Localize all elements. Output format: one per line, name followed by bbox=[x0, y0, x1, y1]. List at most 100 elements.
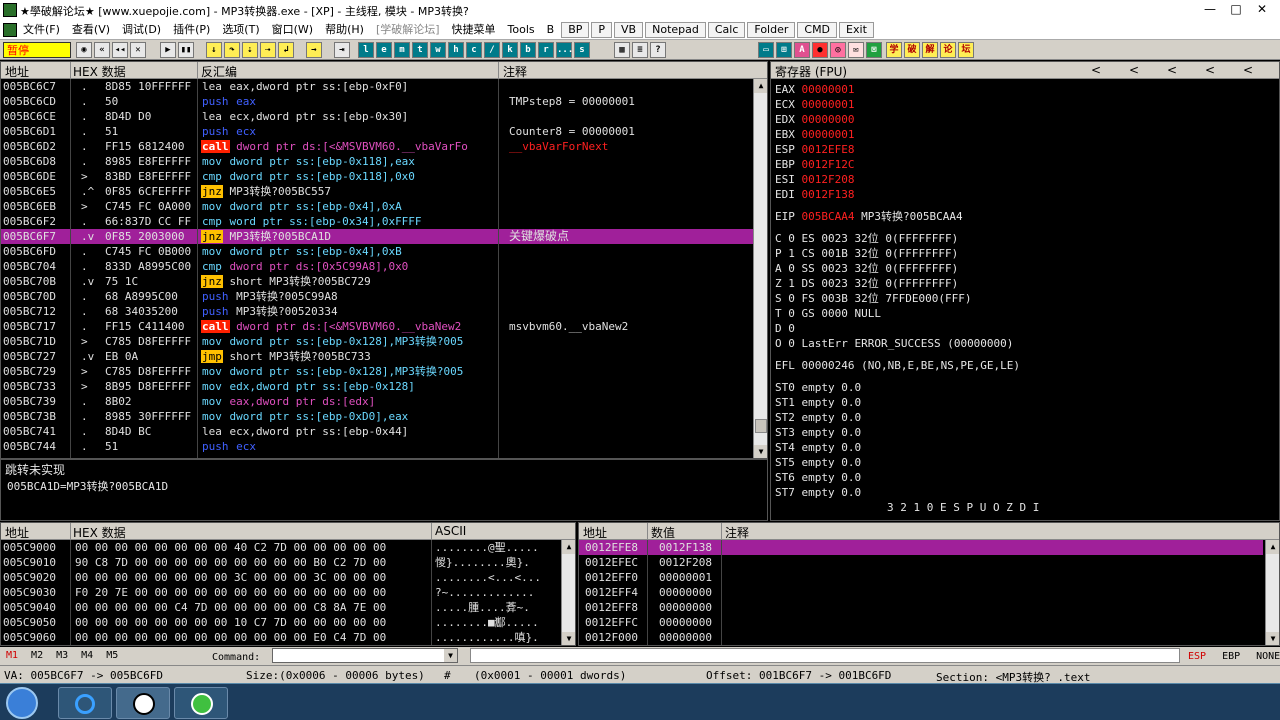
register-row[interactable]: ESP 0012EFE8 bbox=[775, 142, 1275, 157]
quick-button[interactable]: Notepad bbox=[645, 21, 706, 38]
close-button[interactable]: ✕ bbox=[1250, 1, 1274, 18]
col-comment[interactable]: 注释 bbox=[503, 63, 527, 80]
plugin-icon-7[interactable]: ⊠ bbox=[866, 42, 882, 58]
dump-row[interactable]: 005C9000 00 00 00 00 00 00 00 00 40 C2 7D… bbox=[1, 540, 575, 555]
disasm-row[interactable]: 005BC6F2. 66:837D CC FF cmp word ptr ss:[e… bbox=[1, 214, 753, 229]
flag-row[interactable]: T 0 GS 0000 NULL bbox=[775, 306, 1275, 321]
plugin-icon-2[interactable]: ⊞ bbox=[776, 42, 792, 58]
record-icon[interactable]: ● bbox=[812, 42, 828, 58]
dump-row[interactable]: 005C9010 90 C8 7D 00 00 00 00 00 00 00 00… bbox=[1, 555, 575, 570]
window-button-10[interactable]: r bbox=[538, 42, 554, 58]
register-mode-1[interactable]: EBP bbox=[1222, 651, 1240, 662]
menu-item[interactable]: 调试(D) bbox=[116, 20, 167, 39]
reg-nav-left-icon-1[interactable]: < bbox=[1091, 63, 1101, 77]
disasm-row[interactable]: 005BC6FD. C745 FC 0B000 mov dword ptr ss:[… bbox=[1, 244, 753, 259]
register-value[interactable]: 0012F138 bbox=[802, 188, 855, 201]
flag-row[interactable]: D 0 bbox=[775, 321, 1275, 336]
menu-item[interactable]: 帮助(H) bbox=[319, 20, 370, 39]
register-row[interactable]: EAX 00000001 bbox=[775, 82, 1275, 97]
dump-col-hex[interactable]: HEX 数据 bbox=[73, 524, 126, 541]
disasm-row[interactable]: 005BC6F7 .v 0F85 2003000 jnz MP3转换?005BCA1D… bbox=[1, 229, 753, 244]
disasm-row[interactable]: 005BC6D1. 51 push ecx bbox=[1, 124, 753, 139]
register-mode-0[interactable]: ESP bbox=[1188, 651, 1206, 662]
pause-icon[interactable]: ▮▮ bbox=[178, 42, 194, 58]
dump-row[interactable]: 005C9040 00 00 00 00 00 C4 7D 00 00 00 00… bbox=[1, 600, 575, 615]
quick-button[interactable]: CMD bbox=[797, 21, 838, 38]
disasm-row[interactable]: 005BC6CD. 50 push eax bbox=[1, 94, 753, 109]
stack-row[interactable]: 0012EFFC 00000000 bbox=[579, 615, 1263, 630]
col-hex[interactable]: HEX 数据 bbox=[73, 63, 126, 80]
window-button-8[interactable]: k bbox=[502, 42, 518, 58]
ie-icon[interactable] bbox=[58, 687, 112, 719]
rewind-icon[interactable]: ◂◂ bbox=[112, 42, 128, 58]
disasm-row[interactable]: 005BC744. 51 push ecx bbox=[1, 439, 753, 454]
disasm-row[interactable]: 005BC712. 68 34035200 push MP3转换?00520334 bbox=[1, 304, 753, 319]
run-icon[interactable]: ▶ bbox=[160, 42, 176, 58]
window-button-2[interactable]: m bbox=[394, 42, 410, 58]
efl-row[interactable]: EFL 00000246 (NO,NB,E,BE,NS,PE,GE,LE) bbox=[775, 358, 1275, 373]
memory-tab[interactable]: M3 bbox=[56, 650, 68, 661]
col-address[interactable]: 地址 bbox=[5, 63, 29, 80]
scroll-down-icon[interactable]: ▼ bbox=[754, 445, 767, 458]
menu-item[interactable]: 选项(T) bbox=[216, 20, 265, 39]
menu-item[interactable]: 文件(F) bbox=[17, 20, 66, 39]
close-debug-icon[interactable]: ✕ bbox=[130, 42, 146, 58]
flag-row[interactable]: S 0 FS 003B 32位 7FFDE000(FFF) bbox=[775, 291, 1275, 306]
menu-item[interactable]: 查看(V) bbox=[66, 20, 116, 39]
command-input[interactable]: ▼ bbox=[272, 648, 458, 663]
register-value[interactable]: 0012F208 bbox=[802, 173, 855, 186]
forum-button-0[interactable]: 学 bbox=[886, 42, 902, 58]
stack-scrollbar[interactable]: ▲ ▼ bbox=[1265, 540, 1279, 645]
window-button-0[interactable]: l bbox=[358, 42, 374, 58]
disasm-row[interactable]: 005BC6D8. 8985 E8FEFFFF mov dword ptr ss:[… bbox=[1, 154, 753, 169]
window-button-1[interactable]: e bbox=[376, 42, 392, 58]
plugin-icon-5[interactable]: ◎ bbox=[830, 42, 846, 58]
fpu-row[interactable]: ST0 empty 0.0 bbox=[775, 380, 1275, 395]
disasm-row[interactable]: 005BC6CE. 8D4D D0 lea ecx,dword ptr ss:[eb… bbox=[1, 109, 753, 124]
disasm-row[interactable]: 005BC729 > C785 D8FEFFFF mov dword ptr ss:[… bbox=[1, 364, 753, 379]
stack-row[interactable]: 0012EFF8 00000000 bbox=[579, 600, 1263, 615]
forum-button-1[interactable]: 破 bbox=[904, 42, 920, 58]
scroll-thumb[interactable] bbox=[755, 419, 767, 433]
disasm-row[interactable]: 005BC741. 8D4D BC lea ecx,dword ptr ss:[eb… bbox=[1, 424, 753, 439]
stack-row[interactable]: 0012EFEC 0012F208 bbox=[579, 555, 1263, 570]
disasm-row[interactable]: 005BC70D. 68 A8995C00 push MP3转换?005C99A8 bbox=[1, 289, 753, 304]
restore-button[interactable]: □ bbox=[1224, 1, 1248, 18]
minimize-button[interactable]: — bbox=[1198, 1, 1222, 18]
stack-scroll-down-icon[interactable]: ▼ bbox=[1266, 632, 1279, 645]
plugin-icon-6[interactable]: ✉ bbox=[848, 42, 864, 58]
fpu-row[interactable]: ST3 empty 0.0 bbox=[775, 425, 1275, 440]
disasm-row[interactable]: 005BC6EB > C745 FC 0A000 mov dword ptr ss:[… bbox=[1, 199, 753, 214]
open-icon[interactable]: ◉ bbox=[76, 42, 92, 58]
stack-col-address[interactable]: 地址 bbox=[583, 524, 607, 541]
plugin-icon-3[interactable]: A bbox=[794, 42, 810, 58]
reg-nav-left-icon-5[interactable]: < bbox=[1243, 63, 1253, 77]
grid-icon[interactable]: ▦ bbox=[614, 42, 630, 58]
dump-scrollbar[interactable]: ▲ ▼ bbox=[561, 540, 575, 645]
flag-row[interactable]: O 0 LastErr ERROR_SUCCESS (00000000) bbox=[775, 336, 1275, 351]
list-icon[interactable]: ≡ bbox=[632, 42, 648, 58]
dump-col-ascii[interactable]: ASCII bbox=[435, 524, 466, 538]
quick-button[interactable]: Folder bbox=[747, 21, 796, 38]
menu-more-item[interactable]: 快捷菜单 bbox=[446, 20, 502, 39]
disasm-row[interactable]: 005BC6C7. 8D85 10FFFFFF lea eax,dword ptr … bbox=[1, 79, 753, 94]
register-row[interactable]: EBX 00000001 bbox=[775, 127, 1275, 142]
disasm-row[interactable]: 005BC73B. 8985 30FFFFFF mov dword ptr ss:[… bbox=[1, 409, 753, 424]
command-dropdown-icon[interactable]: ▼ bbox=[444, 649, 457, 662]
quick-button[interactable]: BP bbox=[561, 21, 590, 38]
register-mode-2[interactable]: NONE bbox=[1256, 651, 1280, 662]
flag-row[interactable]: Z 1 DS 0023 32位 0(FFFFFFFF) bbox=[775, 276, 1275, 291]
forum-button-3[interactable]: 论 bbox=[940, 42, 956, 58]
reg-nav-left-icon-4[interactable]: < bbox=[1205, 63, 1215, 77]
dump-scroll-up-icon[interactable]: ▲ bbox=[562, 540, 575, 554]
debugger-taskbar-icon[interactable] bbox=[116, 687, 170, 719]
window-button-7[interactable]: / bbox=[484, 42, 500, 58]
disasm-row[interactable]: 005BC717. FF15 C411400 call dword ptr ds:[… bbox=[1, 319, 753, 334]
menu-item[interactable]: 窗口(W) bbox=[266, 20, 319, 39]
memory-tab[interactable]: M5 bbox=[106, 650, 118, 661]
menu-more-item[interactable]: Tools bbox=[502, 20, 541, 39]
step-over-icon[interactable]: ↷ bbox=[224, 42, 240, 58]
fpu-row[interactable]: ST7 empty 0.0 bbox=[775, 485, 1275, 500]
bracket-icon[interactable]: ⇥ bbox=[334, 42, 350, 58]
stack-row[interactable]: 0012EFF0 00000001 bbox=[579, 570, 1263, 585]
